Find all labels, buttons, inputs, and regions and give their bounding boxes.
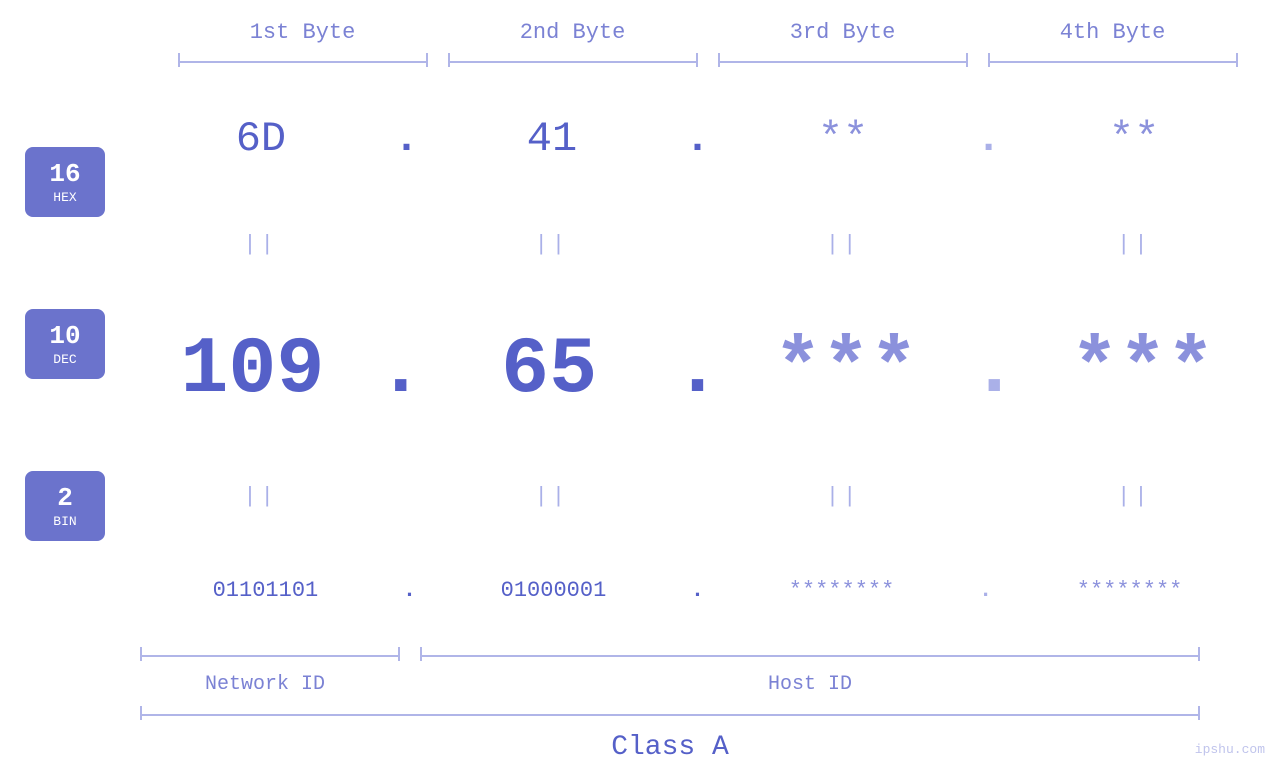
- network-id-label: Network ID: [130, 673, 390, 696]
- content-area: 16 HEX 10 DEC 2 BIN 6D . 41: [0, 71, 1285, 647]
- dec-byte1-cell: 109: [130, 325, 375, 416]
- watermark: ipshu.com: [1195, 742, 1265, 757]
- byte2-header: 2nd Byte: [438, 20, 708, 53]
- sep-hex-3: .: [974, 115, 1003, 163]
- hex-base-label: HEX: [53, 190, 76, 205]
- dec-byte2: 65: [501, 325, 597, 416]
- class-bracket-row: [130, 706, 1210, 726]
- dec-badge: 10 DEC: [25, 309, 105, 379]
- byte3-header: 3rd Byte: [708, 20, 978, 53]
- bin-byte3: ********: [789, 578, 895, 603]
- host-id-label: Host ID: [410, 673, 1210, 696]
- byte4-header: 4th Byte: [978, 20, 1248, 53]
- eq1-2: ||: [421, 232, 682, 257]
- eq2-1: ||: [130, 484, 391, 509]
- hex-byte4: **: [1109, 115, 1159, 163]
- equals-row-2: || || || ||: [130, 484, 1265, 509]
- sep-hex-2: .: [683, 115, 712, 163]
- bin-row: 01101101 . 01000001 . ******** . *******…: [130, 578, 1265, 603]
- hex-byte3-cell: **: [712, 115, 974, 163]
- bracket-byte1: [178, 53, 428, 71]
- dec-byte4: ***: [1071, 325, 1215, 416]
- left-badges: 16 HEX 10 DEC 2 BIN: [0, 71, 130, 647]
- eq2-4: ||: [1004, 484, 1265, 509]
- dec-byte4-cell: ***: [1020, 325, 1265, 416]
- bracket-byte4: [988, 53, 1238, 71]
- bin-byte2: 01000001: [501, 578, 607, 603]
- sep-dec-1: .: [375, 325, 427, 416]
- bin-byte2-cell: 01000001: [418, 578, 689, 603]
- sep-bin-2: .: [689, 578, 706, 603]
- hex-byte4-cell: **: [1003, 115, 1265, 163]
- class-label: Class A: [611, 732, 729, 763]
- hex-byte3: **: [818, 115, 868, 163]
- class-label-row: Class A: [130, 732, 1210, 763]
- id-labels-row: Network ID Host ID: [130, 673, 1210, 696]
- id-bracket-row: [130, 647, 1210, 667]
- byte1-header: 1st Byte: [168, 20, 438, 53]
- sep-dec-2: .: [671, 325, 723, 416]
- equals-row-1: || || || ||: [130, 232, 1265, 257]
- host-bracket: [420, 647, 1200, 667]
- hex-badge: 16 HEX: [25, 147, 105, 217]
- bottom-section: Network ID Host ID Class A: [0, 647, 1285, 767]
- sep-hex-1: .: [392, 115, 421, 163]
- grid-area: 6D . 41 . ** . ** || ||: [130, 71, 1285, 647]
- bin-base-number: 2: [57, 483, 73, 514]
- sep-dec-3: .: [968, 325, 1020, 416]
- dec-row: 109 . 65 . *** . ***: [130, 325, 1265, 416]
- eq1-1: ||: [130, 232, 391, 257]
- top-bracket-row: [168, 53, 1248, 71]
- eq2-3: ||: [713, 484, 974, 509]
- hex-byte2: 41: [527, 115, 577, 163]
- dec-base-number: 10: [49, 321, 80, 352]
- hex-byte2-cell: 41: [421, 115, 683, 163]
- network-bracket: [140, 647, 400, 667]
- byte-headers: 1st Byte 2nd Byte 3rd Byte 4th Byte: [168, 20, 1248, 53]
- bin-byte1: 01101101: [213, 578, 319, 603]
- dec-byte2-cell: 65: [427, 325, 672, 416]
- dec-byte3: ***: [774, 325, 918, 416]
- bracket-byte3: [718, 53, 968, 71]
- hex-byte1: 6D: [236, 115, 286, 163]
- main-container: 1st Byte 2nd Byte 3rd Byte 4th Byte 16 H…: [0, 0, 1285, 767]
- bin-byte4: ********: [1077, 578, 1183, 603]
- eq1-4: ||: [1004, 232, 1265, 257]
- dec-base-label: DEC: [53, 352, 76, 367]
- hex-row: 6D . 41 . ** . **: [130, 115, 1265, 163]
- bin-byte3-cell: ********: [706, 578, 977, 603]
- class-bracket: [140, 706, 1200, 726]
- eq2-2: ||: [421, 484, 682, 509]
- bin-byte4-cell: ********: [994, 578, 1265, 603]
- hex-base-number: 16: [49, 159, 80, 190]
- bin-byte1-cell: 01101101: [130, 578, 401, 603]
- hex-byte1-cell: 6D: [130, 115, 392, 163]
- sep-bin-3: .: [977, 578, 994, 603]
- eq1-3: ||: [713, 232, 974, 257]
- bin-base-label: BIN: [53, 514, 76, 529]
- dec-byte1: 109: [180, 325, 324, 416]
- dec-byte3-cell: ***: [724, 325, 969, 416]
- bin-badge: 2 BIN: [25, 471, 105, 541]
- bracket-byte2: [448, 53, 698, 71]
- sep-bin-1: .: [401, 578, 418, 603]
